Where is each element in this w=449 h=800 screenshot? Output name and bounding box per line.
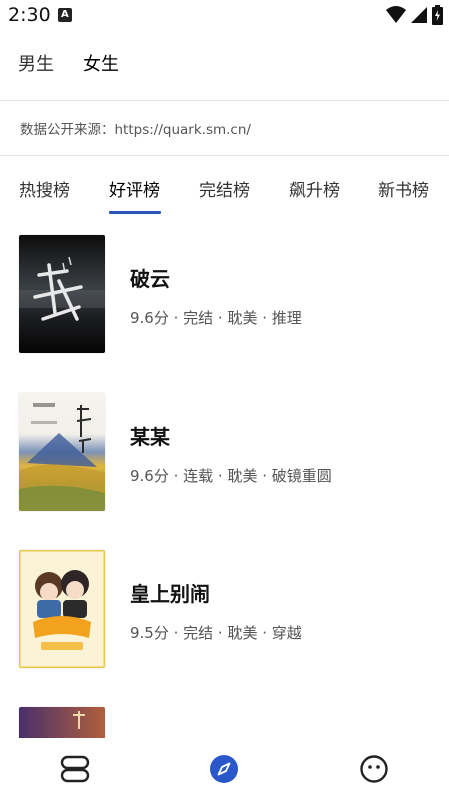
tab-hot-search[interactable]: 热搜榜 <box>19 176 70 201</box>
tab-top-rated[interactable]: 好评榜 <box>109 176 160 201</box>
compass-icon[interactable] <box>207 752 241 786</box>
tab-female[interactable]: 女生 <box>83 50 119 76</box>
status-icons <box>386 5 443 25</box>
divider <box>0 155 449 156</box>
book-cover[interactable] <box>19 550 105 668</box>
a-notification-icon <box>58 8 72 22</box>
gender-tabs: 男生 女生 <box>0 50 449 82</box>
book-title: 某某 <box>130 425 170 449</box>
book-meta: 9.6分 · 完结 · 耽美 · 推理 <box>130 309 302 327</box>
book-item[interactable]: 破云 9.6分 · 完结 · 耽美 · 推理 <box>0 235 449 355</box>
book-item[interactable] <box>0 707 449 738</box>
cellular-signal-icon <box>411 7 427 23</box>
book-list[interactable]: 破云 9.6分 · 完结 · 耽美 · 推理 某某 9.6分 · 连载 · 耽美… <box>0 234 449 738</box>
status-bar: 2:30 <box>0 0 449 32</box>
status-time: 2:30 <box>8 4 51 26</box>
data-source-text: 数据公开来源：https://quark.sm.cn/ <box>20 122 251 138</box>
wifi-icon <box>386 6 406 23</box>
tab-male[interactable]: 男生 <box>18 50 54 76</box>
tab-rising[interactable]: 飙升榜 <box>289 176 340 201</box>
bottom-navigation <box>0 738 449 800</box>
book-title: 破云 <box>130 267 170 291</box>
book-cover[interactable] <box>19 707 105 738</box>
tab-new-books[interactable]: 新书榜 <box>378 176 429 201</box>
book-item[interactable]: 皇上别闹 9.5分 · 完结 · 耽美 · 穿越 <box>0 550 449 670</box>
book-title: 皇上别闹 <box>130 582 210 606</box>
bookshelf-icon[interactable] <box>58 752 92 786</box>
book-cover[interactable] <box>19 235 105 353</box>
profile-face-icon[interactable] <box>357 752 391 786</box>
divider <box>0 100 449 101</box>
ranking-tabs: 热搜榜 好评榜 完结榜 飙升榜 新书榜 <box>0 172 449 216</box>
book-meta: 9.6分 · 连载 · 耽美 · 破镜重圆 <box>130 467 332 485</box>
book-cover[interactable] <box>19 393 105 511</box>
active-tab-indicator <box>109 211 161 214</box>
tab-completed[interactable]: 完结榜 <box>199 176 250 201</box>
book-item[interactable]: 某某 9.6分 · 连载 · 耽美 · 破镜重圆 <box>0 393 449 513</box>
book-meta: 9.5分 · 完结 · 耽美 · 穿越 <box>130 624 302 642</box>
battery-icon <box>432 5 443 25</box>
